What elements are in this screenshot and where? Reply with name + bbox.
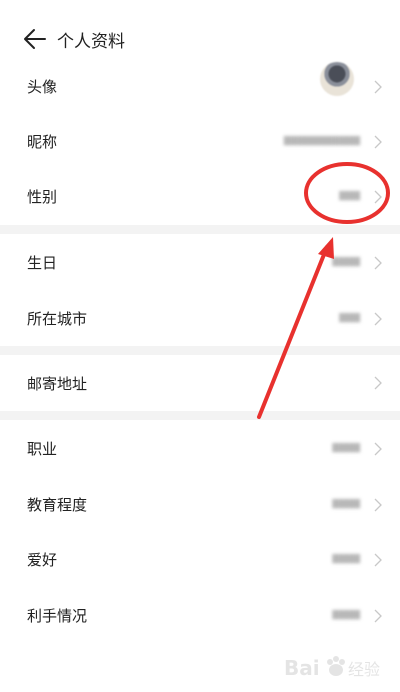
avatar (320, 62, 354, 96)
chevron-right-icon (374, 135, 382, 149)
birthday-label: 生日 (27, 254, 58, 272)
city-value: ▇▇▇ (339, 313, 360, 323)
job-row[interactable]: 职业 ▇▇▇▇ (0, 420, 400, 476)
chevron-right-icon (374, 442, 382, 456)
hobby-label: 爱好 (27, 551, 58, 569)
chevron-right-icon (374, 190, 382, 204)
chevron-right-icon (374, 376, 382, 390)
birthday-value: ▇▇▇▇ (332, 257, 360, 267)
watermark-logo: Bai 经验 (284, 656, 380, 680)
chevron-right-icon (374, 498, 382, 512)
section-divider (0, 225, 400, 234)
city-label: 所在城市 (27, 310, 88, 328)
education-row[interactable]: 教育程度 ▇▇▇▇ (0, 476, 400, 532)
handedness-value: ▇▇▇▇ (332, 610, 360, 620)
job-value: ▇▇▇▇ (332, 443, 360, 453)
hobby-row[interactable]: 爱好 ▇▇▇▇ (0, 532, 400, 587)
address-label: 邮寄地址 (27, 375, 88, 393)
avatar-row[interactable]: 头像 (0, 60, 400, 114)
nickname-label: 昵称 (27, 133, 58, 151)
nickname-row[interactable]: 昵称 ▇▇▇▇▇▇▇▇▇▇▇ (0, 114, 400, 169)
gender-row[interactable]: 性别 ▇▇▇ (0, 169, 400, 224)
job-label: 职业 (27, 440, 58, 458)
hobby-value: ▇▇▇▇ (332, 554, 360, 564)
chevron-right-icon (374, 256, 382, 270)
education-label: 教育程度 (27, 496, 88, 514)
gender-value: ▇▇▇ (339, 191, 360, 201)
arrow-left-icon[interactable] (22, 26, 48, 52)
address-row[interactable]: 邮寄地址 (0, 355, 400, 411)
nickname-value: ▇▇▇▇▇▇▇▇▇▇▇ (283, 136, 360, 146)
section-divider (0, 346, 400, 355)
svg-text:Bai: Bai (284, 656, 320, 680)
gender-label: 性别 (27, 188, 58, 206)
page-title: 个人资料 (57, 32, 125, 52)
handedness-row[interactable]: 利手情况 ▇▇▇▇ (0, 587, 400, 643)
education-value: ▇▇▇▇ (332, 499, 360, 509)
chevron-right-icon (374, 80, 382, 94)
handedness-label: 利手情况 (27, 607, 88, 625)
svg-text:经验: 经验 (348, 660, 380, 679)
chevron-right-icon (374, 609, 382, 623)
chevron-right-icon (374, 312, 382, 326)
birthday-row[interactable]: 生日 ▇▇▇▇ (0, 234, 400, 290)
chevron-right-icon (374, 553, 382, 567)
city-row[interactable]: 所在城市 ▇▇▇ (0, 290, 400, 346)
section-divider (0, 411, 400, 420)
avatar-label: 头像 (27, 78, 58, 96)
